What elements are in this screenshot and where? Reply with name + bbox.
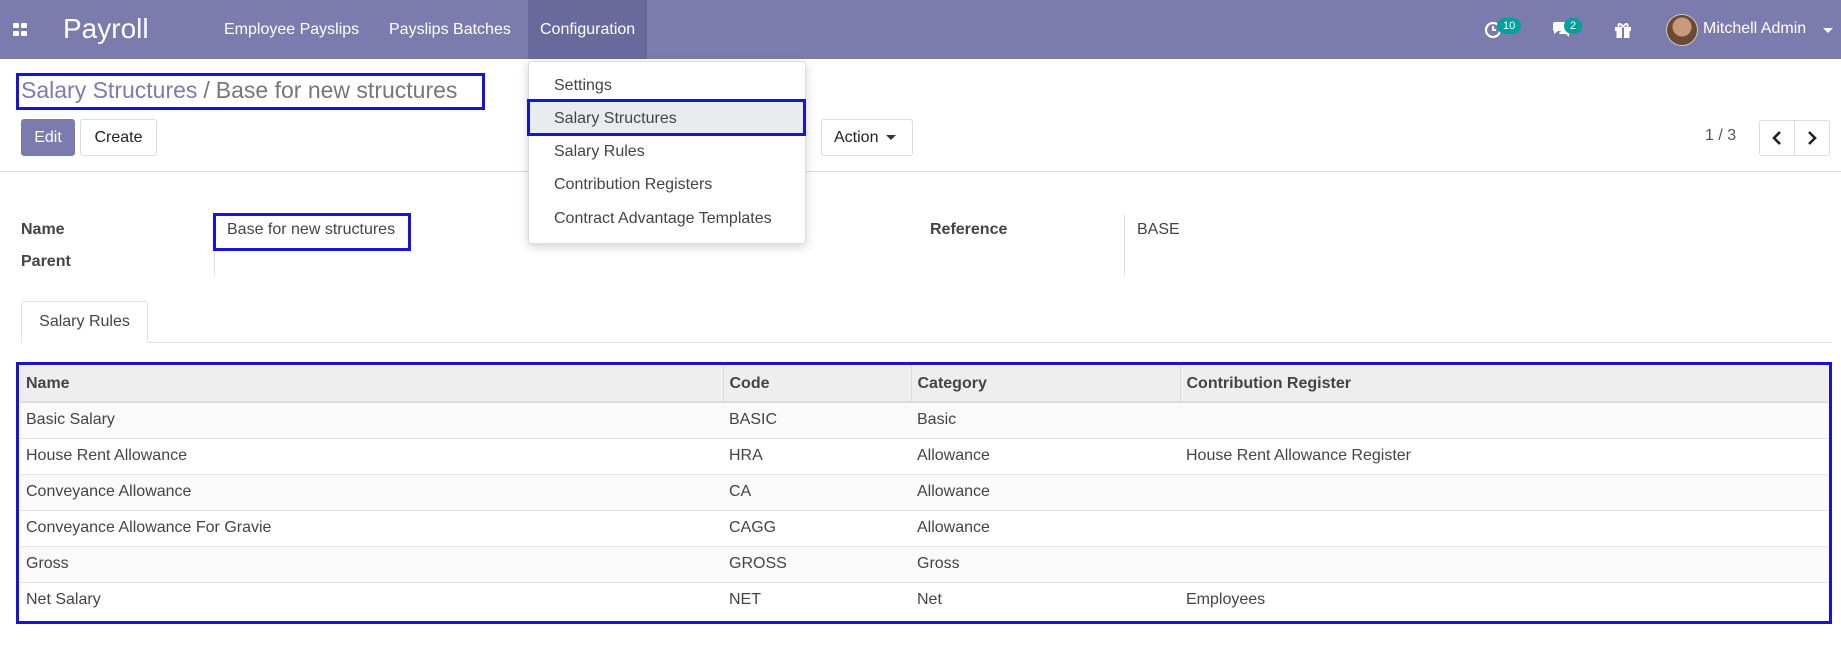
edit-button[interactable]: Edit	[21, 119, 75, 156]
name-field-label: Name	[21, 221, 65, 238]
nav-configuration[interactable]: Configuration	[528, 0, 648, 59]
nav-employee-payslips[interactable]: Employee Payslips	[212, 0, 371, 59]
menu-item-settings[interactable]: Settings	[554, 77, 612, 95]
top-navbar: Payroll Employee Payslips Payslips Batch…	[0, 0, 1841, 59]
tab-bar-line	[21, 342, 1831, 343]
reference-value: BASE	[1137, 221, 1180, 238]
menu-item-contribution-registers[interactable]: Contribution Registers	[554, 176, 712, 194]
action-button-label: Action	[834, 129, 879, 146]
user-avatar[interactable]	[1666, 14, 1698, 46]
reference-column-divider	[1124, 215, 1125, 275]
pager-previous-button[interactable]	[1759, 120, 1795, 156]
parent-field-label: Parent	[21, 253, 71, 270]
menu-item-salary-rules[interactable]: Salary Rules	[554, 143, 645, 161]
user-name[interactable]: Mitchell Admin	[1703, 20, 1806, 38]
table-highlight-box	[16, 362, 1832, 624]
message-count-badge: 2	[1564, 18, 1583, 34]
tab-salary-rules[interactable]: Salary Rules	[21, 301, 148, 343]
create-button[interactable]: Create	[80, 119, 157, 156]
gift-icon	[1615, 22, 1631, 38]
nav-payslips-batches[interactable]: Payslips Batches	[377, 0, 523, 59]
control-panel-divider	[0, 171, 1841, 172]
app-title[interactable]: Payroll	[63, 13, 149, 45]
gift-button[interactable]	[1614, 0, 1632, 59]
action-dropdown-button[interactable]: Action	[821, 119, 913, 156]
chevron-left-icon	[1772, 131, 1781, 145]
breadcrumb-highlight-box	[16, 73, 485, 110]
reference-field-label: Reference	[930, 221, 1008, 238]
name-value-highlight-box	[213, 213, 411, 251]
pager-value[interactable]: 1 / 3	[1705, 127, 1736, 145]
configuration-dropdown-menu: Settings Salary Structures Salary Rules …	[528, 61, 806, 244]
pager-next-button[interactable]	[1794, 120, 1830, 156]
menu-item-contract-advantage-templates[interactable]: Contract Advantage Templates	[554, 210, 772, 228]
chevron-right-icon	[1808, 131, 1817, 145]
activity-count-badge: 10	[1497, 18, 1522, 34]
user-menu-chevron-down-icon[interactable]	[1823, 28, 1833, 33]
apps-menu-icon[interactable]	[13, 23, 29, 37]
caret-down-icon	[886, 135, 897, 141]
salary-structures-menu-highlight-box	[527, 99, 806, 136]
